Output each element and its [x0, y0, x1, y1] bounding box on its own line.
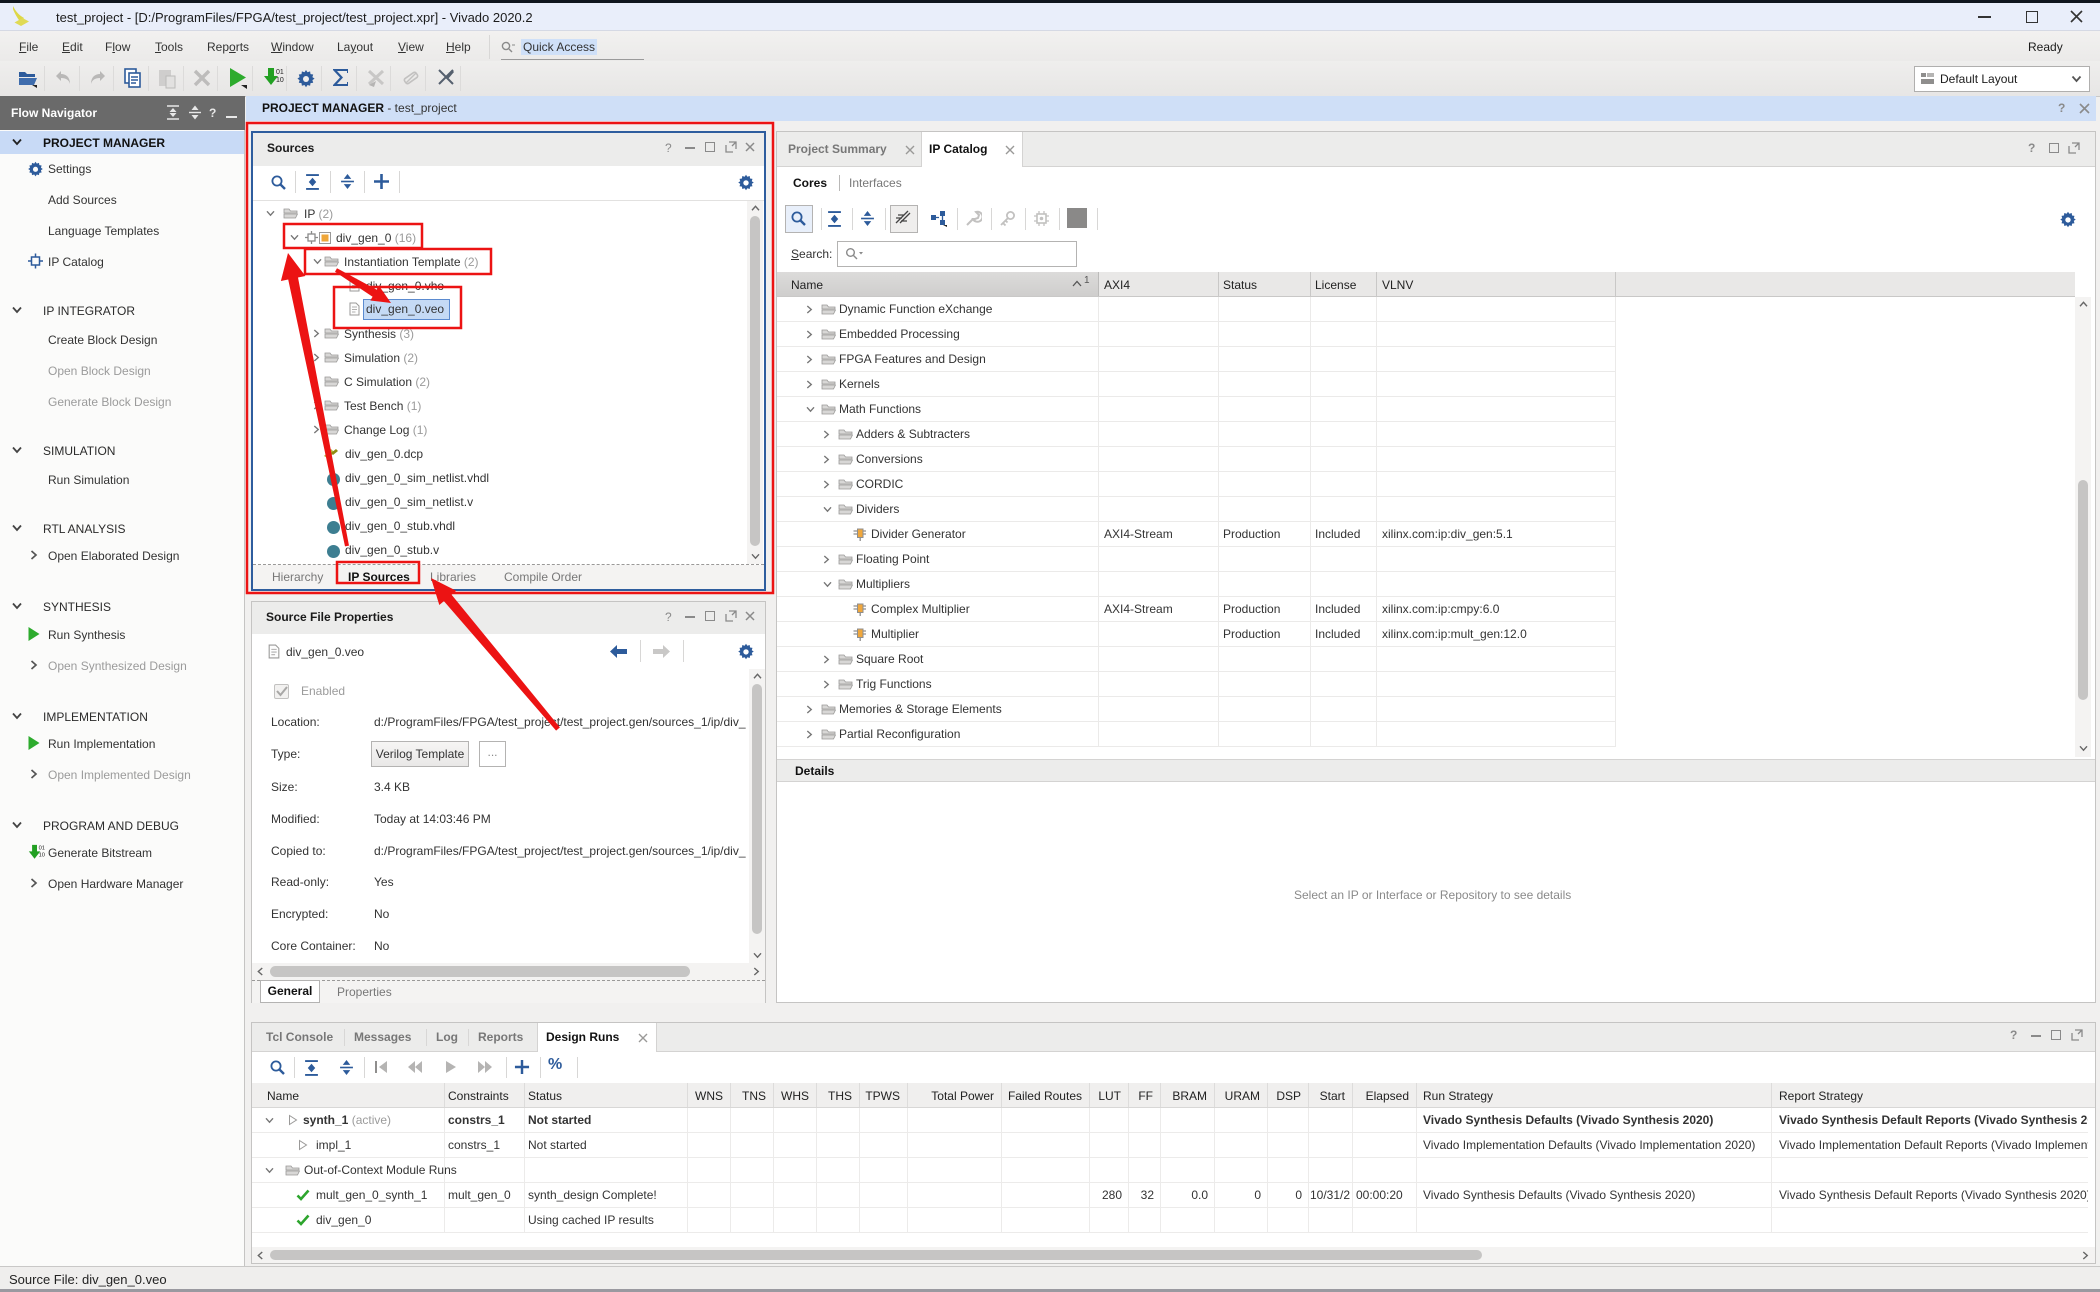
svg-text:10: 10 — [39, 852, 45, 858]
svg-text:01: 01 — [276, 69, 284, 76]
svg-text:10: 10 — [276, 77, 284, 84]
svg-text:01: 01 — [39, 846, 45, 852]
